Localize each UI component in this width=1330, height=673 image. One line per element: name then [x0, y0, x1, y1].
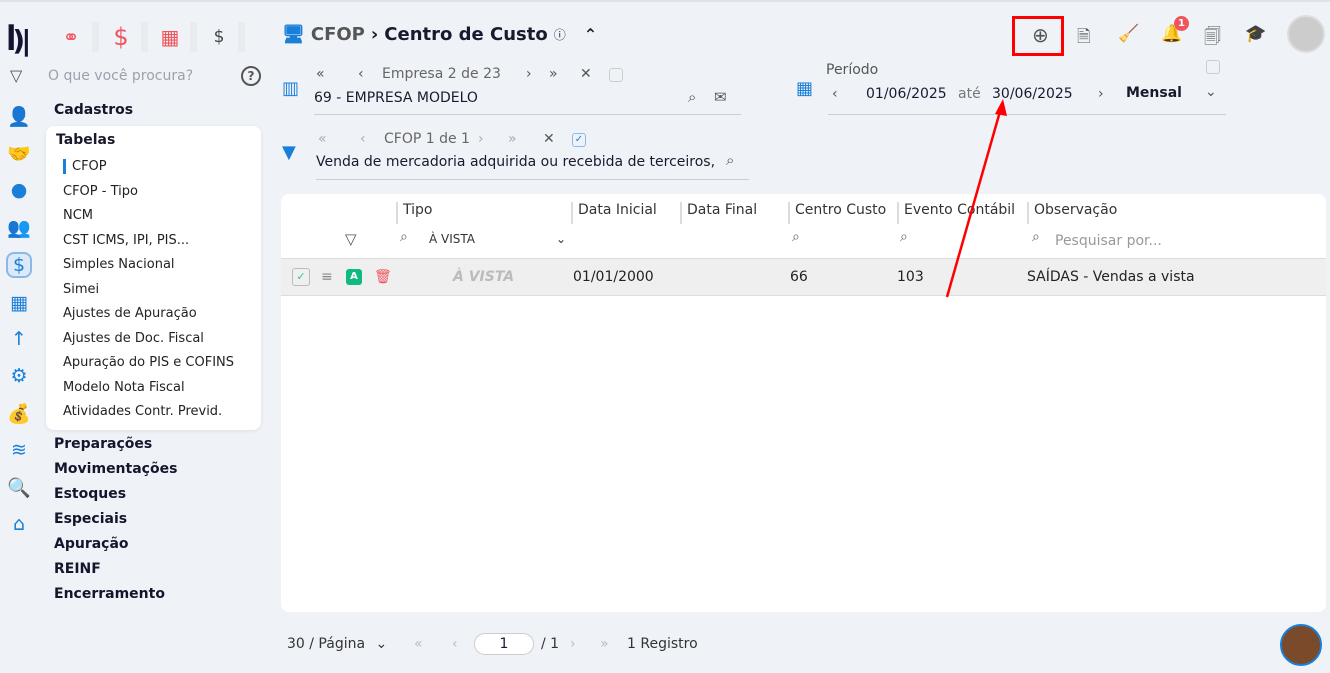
last-page-button[interactable]: »: [600, 636, 609, 652]
per-page-select[interactable]: 30 / Página ⌄: [287, 636, 387, 652]
total-pages: / 1: [541, 636, 560, 652]
assistant-avatar[interactable]: [1280, 624, 1322, 666]
annotation-arrow: [945, 99, 1007, 298]
page-input[interactable]: 1: [474, 633, 534, 655]
prev-page-button[interactable]: ‹: [452, 636, 458, 652]
record-count: 1 Registro: [627, 636, 698, 652]
next-page-button[interactable]: ›: [570, 636, 576, 652]
first-page-button[interactable]: «: [414, 636, 423, 652]
